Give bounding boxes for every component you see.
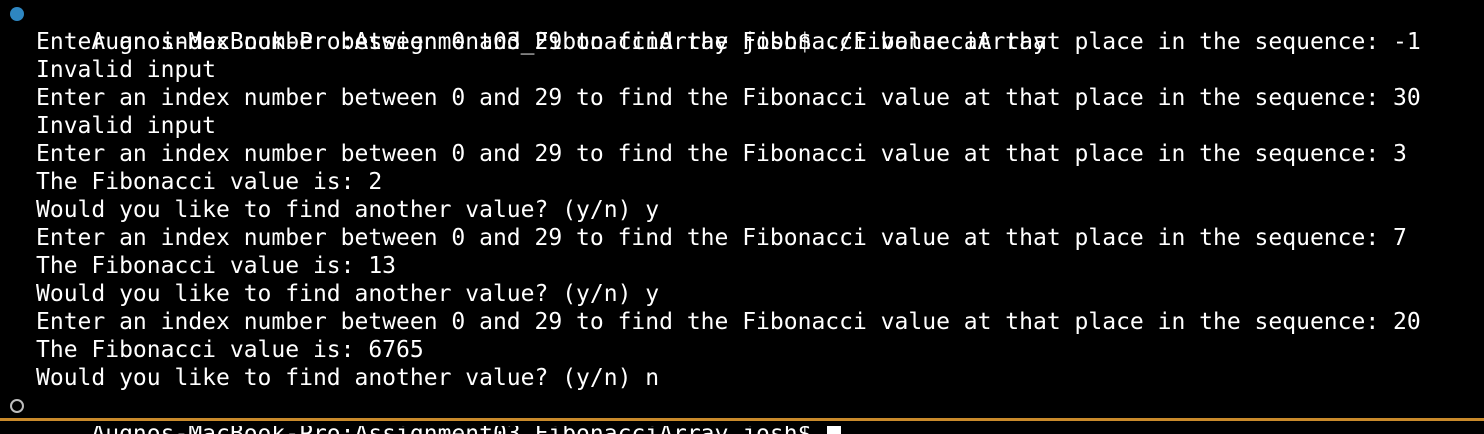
last-prompt-line[interactable]: Augnos-MacBook-Pro:Assignment03_Fibonacc… [0,392,1484,434]
output-line: Would you like to find another value? (y… [36,197,660,223]
output-line: Invalid input [36,113,217,139]
terminal-status-bar [0,418,1484,426]
output-line: Enter an index number between 0 and 29 t… [36,85,1421,111]
output-line: Enter an index number between 0 and 29 t… [36,225,1407,251]
output-line: The Fibonacci value is: 6765 [36,337,424,363]
output-line: Invalid input [36,57,217,83]
command-success-marker-icon[interactable] [10,7,24,21]
output-line: Would you like to find another value? (y… [36,365,660,391]
output-line: Would you like to find another value? (y… [36,281,660,307]
output-line: Enter an index number between 0 and 29 t… [36,309,1421,335]
output-line: Enter an index number between 0 and 29 t… [36,29,1421,55]
command-pending-marker-icon[interactable] [10,399,24,413]
output-line: Enter an index number between 0 and 29 t… [36,141,1407,167]
output-line: The Fibonacci value is: 13 [36,253,397,279]
first-prompt-line: Augnos-MacBook-Pro:Assignment03_Fibonacc… [0,0,1484,55]
output-line: The Fibonacci value is: 2 [36,169,383,195]
terminal-window[interactable]: Augnos-MacBook-Pro:Assignment03_Fibonacc… [0,0,1484,434]
